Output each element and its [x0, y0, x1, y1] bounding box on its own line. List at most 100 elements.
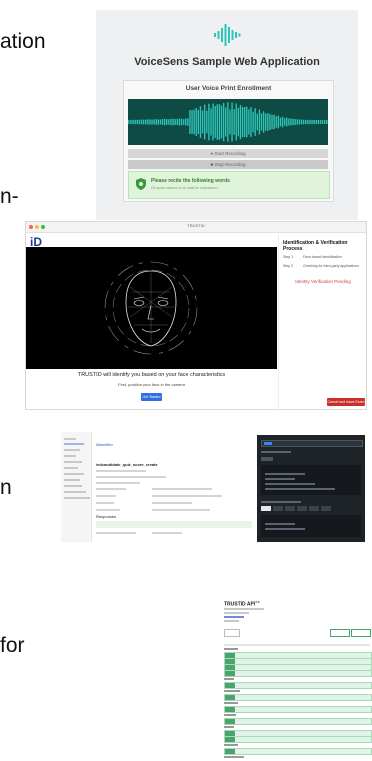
api-title-text: TRUSTID API	[224, 601, 256, 608]
explore-button[interactable]	[351, 629, 371, 637]
waveform-bar	[243, 107, 246, 137]
endpoint-row[interactable]	[224, 694, 372, 701]
shield-icon	[136, 178, 146, 190]
api-title: TRUSTID API1.0	[224, 600, 259, 608]
waveform-bar	[267, 113, 269, 131]
waveform-bar	[277, 115, 280, 129]
waveform-bar	[187, 118, 189, 126]
waveform-bar	[178, 118, 181, 126]
waveform-bar	[273, 114, 275, 130]
nav-item[interactable]	[64, 461, 82, 463]
waveform-bar	[128, 120, 130, 124]
enrollment-panel: User Voice Print Enrollment ● Start Reco…	[123, 80, 334, 202]
docs-sidebar	[61, 432, 92, 542]
start-recording-button[interactable]: ● Start Recording	[128, 149, 328, 158]
waveform-bar	[189, 110, 191, 134]
waveform-bar	[166, 119, 168, 125]
waveform-bar	[159, 119, 162, 125]
nav-item[interactable]	[64, 455, 76, 457]
waveform-bar	[227, 102, 229, 142]
nav-item[interactable]	[64, 497, 90, 499]
waveform-bar	[302, 119, 305, 125]
waveform-bar	[298, 119, 301, 125]
waveform-bar	[155, 119, 157, 125]
endpoint-row[interactable]	[224, 748, 372, 755]
waveform-bar	[286, 117, 288, 127]
slide-text-fragment-2: n-	[0, 185, 19, 208]
waveform-bar	[260, 113, 263, 131]
camera-instruction: First, position your face in the camera	[118, 382, 185, 387]
waveform-bar	[180, 118, 183, 126]
waveform-bar	[197, 109, 200, 135]
waveform-bar	[163, 118, 166, 126]
response-200-row[interactable]	[96, 521, 252, 528]
waveform-bar	[233, 109, 235, 135]
waveform-bar	[206, 110, 208, 134]
nav-item[interactable]	[64, 473, 84, 475]
authorize-button[interactable]	[330, 629, 350, 637]
waveform-bar	[142, 119, 145, 125]
waveform-bar	[212, 103, 214, 141]
status-code-tabs	[261, 506, 361, 511]
soundwave-logo-icon	[214, 24, 241, 46]
nav-item[interactable]	[64, 443, 84, 445]
waveform-bar	[132, 119, 134, 125]
code-sample-panel	[257, 435, 365, 542]
waveform-bar	[323, 120, 326, 124]
waveform-bar	[288, 118, 290, 126]
nav-item[interactable]	[64, 491, 86, 493]
endpoint-row[interactable]	[224, 736, 372, 743]
endpoint-row[interactable]	[224, 682, 372, 689]
stop-recording-button[interactable]: ■ Stop Recording	[128, 160, 328, 169]
nav-item[interactable]	[64, 485, 82, 487]
docs-content: ilidentifier /mlcandidate_quiz_score_cre…	[92, 432, 256, 542]
waveform-bar	[185, 118, 187, 126]
waveform-bar	[138, 119, 141, 125]
camera-caption: TRUSTID will identify you based on your …	[77, 372, 226, 378]
voicesens-screenshot: VoiceSens Sample Web Application User Vo…	[96, 10, 358, 220]
get-started-button[interactable]: Get Started	[141, 393, 162, 401]
waveform-bar	[172, 118, 174, 126]
waveform-bar	[321, 120, 324, 124]
waveform-chart	[128, 102, 328, 142]
waveform-bar	[214, 106, 216, 138]
waveform-bar	[256, 113, 258, 131]
panel-title: User Voice Print Enrollment	[185, 85, 272, 92]
waveform-bar	[239, 105, 242, 139]
nav-item[interactable]	[64, 467, 78, 469]
waveform-bar	[231, 102, 233, 142]
cancel-exam-button[interactable]: Cancel and leave Exam	[327, 398, 365, 406]
slide-text-fragment-4: for	[0, 634, 25, 657]
trustid-api-screenshot: TRUSTID API1.0	[222, 598, 372, 761]
waveform-bar	[201, 110, 204, 134]
waveform-bar	[241, 106, 244, 138]
responses-label: Responses	[96, 514, 117, 519]
process-title: Identification & Verification Process	[283, 240, 348, 252]
waveform-bar	[168, 119, 170, 125]
waveform-bar	[153, 119, 155, 125]
waveform-bar	[161, 119, 164, 125]
face-scan-icon	[104, 261, 198, 355]
request-url-bar[interactable]	[261, 440, 363, 447]
nav-item[interactable]	[64, 479, 80, 481]
waveform-bar	[246, 106, 248, 138]
waveform-bar	[262, 111, 265, 133]
waveform-bar	[292, 118, 294, 126]
camera-view	[26, 247, 277, 369]
nav-item[interactable]	[64, 449, 80, 451]
waveform-bar	[254, 108, 256, 136]
waveform-bar	[210, 108, 212, 136]
servers-select[interactable]	[224, 629, 240, 637]
waveform-bar	[258, 109, 261, 135]
language-tab[interactable]	[261, 457, 273, 461]
endpoint-row[interactable]	[224, 706, 372, 713]
waveform-bar	[269, 113, 271, 131]
waveform-bar	[290, 118, 292, 126]
endpoint-row[interactable]	[224, 718, 372, 725]
endpoint-row[interactable]	[224, 670, 372, 677]
waveform-bar	[313, 119, 315, 125]
nav-item[interactable]	[64, 438, 76, 440]
notice-subtitle: Ok audio session is ok shall be submissi…	[151, 186, 218, 190]
api-docs-screenshot: ilidentifier /mlcandidate_quiz_score_cre…	[61, 432, 365, 542]
waveform-bar	[296, 119, 298, 125]
